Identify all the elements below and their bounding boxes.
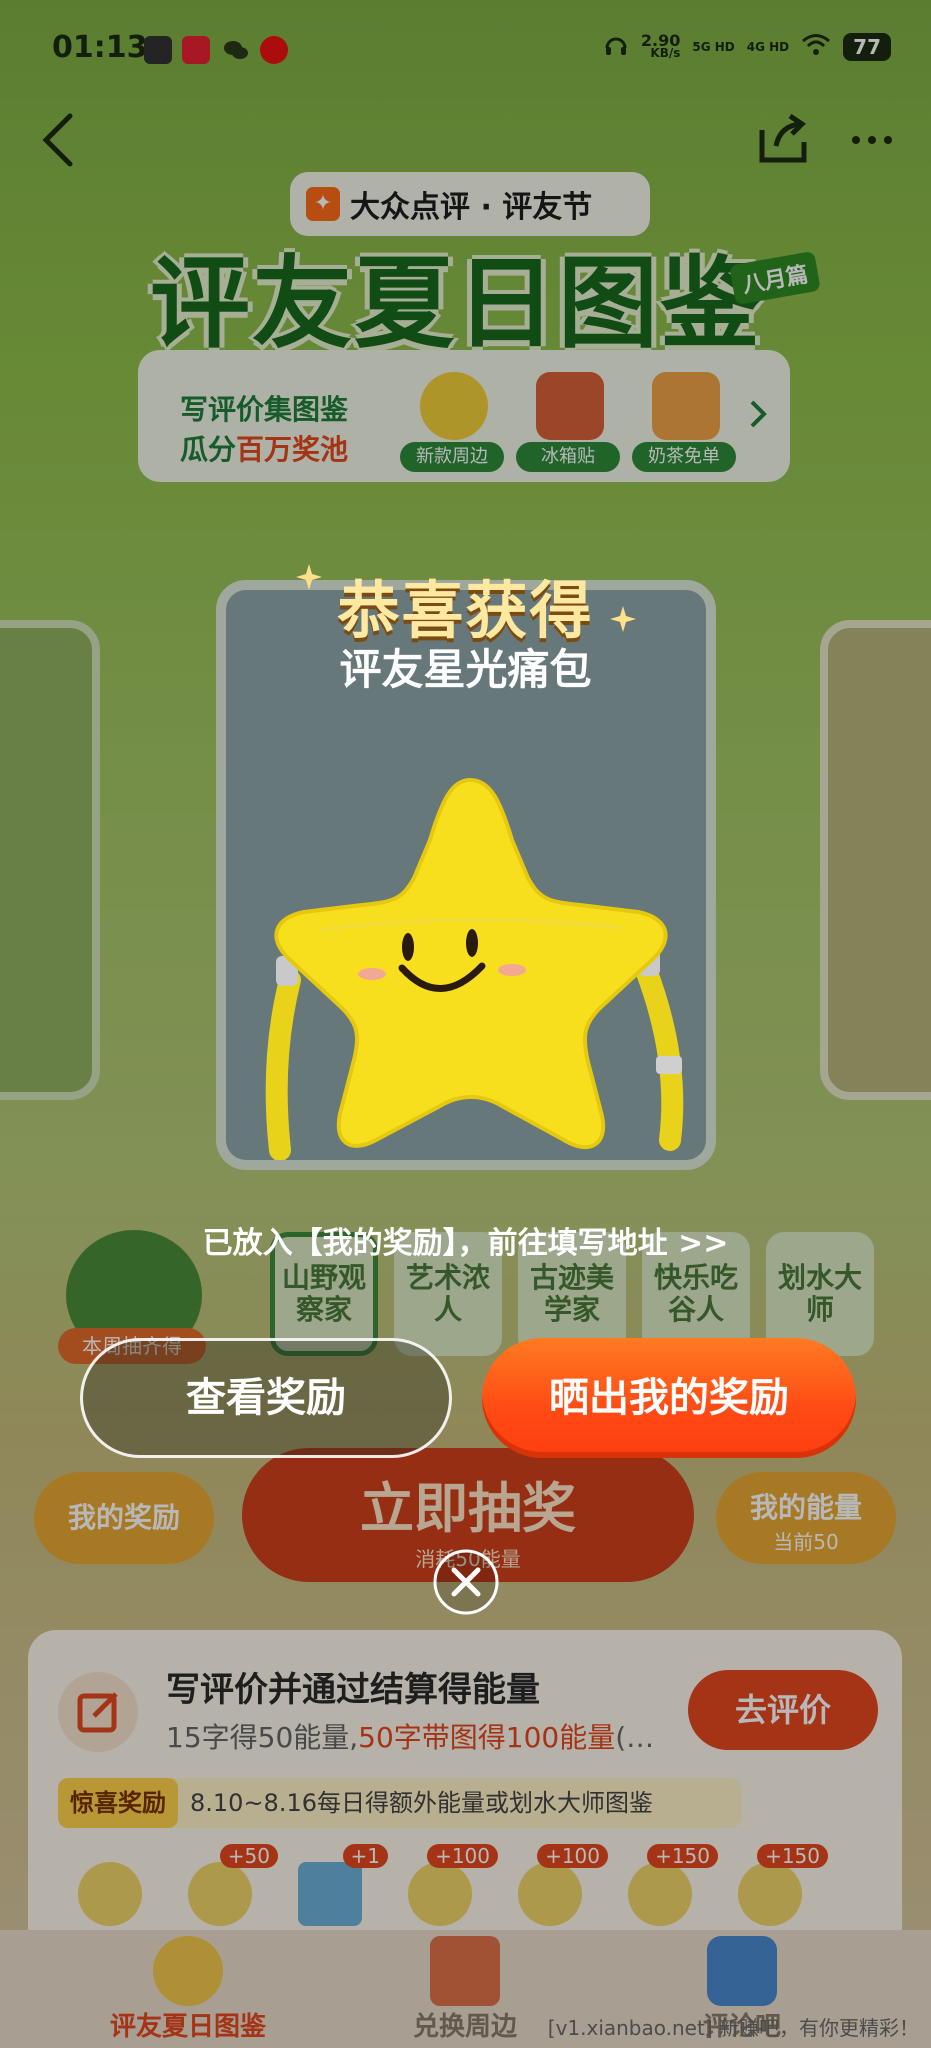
share-reward-button[interactable]: 晒出我的奖励 xyxy=(482,1338,856,1458)
star-bag-icon xyxy=(250,760,690,1161)
close-button[interactable] xyxy=(432,1548,500,1616)
reward-notice-link[interactable]: 已放入【我的奖励】，前往填写地址 >> xyxy=(0,1218,931,1262)
view-reward-button[interactable]: 查看奖励 xyxy=(80,1338,452,1458)
sparkle-icon xyxy=(610,606,636,632)
prize-name: 评友星光痛包 xyxy=(339,645,592,694)
close-icon xyxy=(433,1549,499,1615)
